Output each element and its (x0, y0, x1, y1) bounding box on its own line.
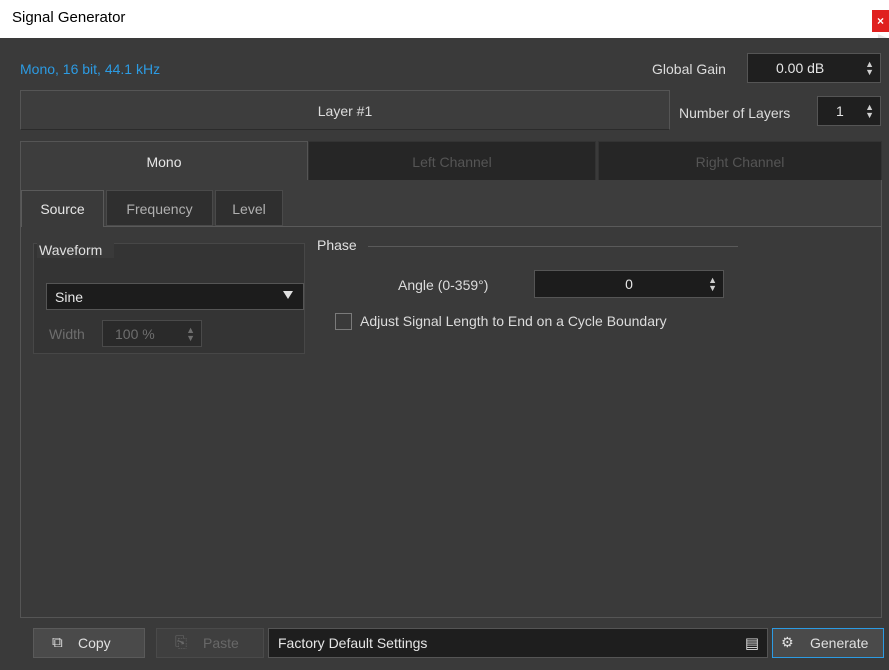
paste-icon: ⎘ (175, 634, 188, 651)
preset-field[interactable]: Factory Default Settings ▤ (268, 628, 768, 658)
tab-mono[interactable]: Mono (20, 141, 308, 181)
number-of-layers-value: 1 (836, 103, 844, 119)
waveform-group: Waveform Sine Width 100 % ▲ ▼ (33, 242, 305, 354)
channel-panel: Source Frequency Level Waveform Sine Wid… (20, 180, 882, 618)
waveform-title: Waveform (37, 242, 115, 258)
preset-name: Factory Default Settings (278, 635, 428, 651)
layer-tab-label: Layer #1 (317, 103, 373, 119)
angle-spinbox[interactable]: 0 ▲ ▼ (534, 270, 724, 298)
footer-bar: ⧉ Copy ⎘ Paste Factory Default Settings … (0, 618, 889, 670)
tab-left-channel[interactable]: Left Channel (308, 141, 596, 181)
close-button[interactable]: × (872, 10, 889, 32)
copy-icon: ⧉ (52, 634, 63, 651)
waveform-value: Sine (55, 289, 84, 305)
spin-arrows-icon[interactable]: ▲ ▼ (865, 103, 874, 120)
preset-menu-icon[interactable]: ▤ (745, 634, 759, 652)
paste-label: Paste (203, 635, 239, 651)
spin-arrows-icon[interactable]: ▲ ▼ (708, 276, 717, 293)
chevron-down-icon (283, 291, 293, 299)
number-of-layers-label: Number of Layers (679, 105, 791, 121)
tab-source[interactable]: Source (21, 190, 104, 227)
window-title: Signal Generator (12, 9, 126, 26)
angle-label: Angle (0-359°) (398, 277, 489, 293)
title-bar: Signal Generator × (0, 0, 889, 48)
number-of-layers-spinbox[interactable]: 1 ▲ ▼ (817, 96, 881, 126)
adjust-signal-length-label[interactable]: Adjust Signal Length to End on a Cycle B… (360, 313, 667, 329)
paste-button[interactable]: ⎘ Paste (156, 628, 264, 658)
adjust-signal-length-checkbox[interactable] (335, 313, 352, 330)
tab-level[interactable]: Level (215, 190, 283, 226)
generate-button[interactable]: ⚙ Generate (772, 628, 884, 658)
global-gain-spinbox[interactable]: 0.00 dB ▲ ▼ (747, 53, 881, 83)
generate-label: Generate (810, 635, 869, 651)
tab-layer-1[interactable]: Layer #1 (20, 90, 670, 130)
spin-arrows-icon[interactable]: ▲ ▼ (186, 325, 195, 342)
width-label: Width (49, 326, 85, 342)
waveform-dropdown[interactable]: Sine (46, 283, 304, 310)
phase-title: Phase (317, 237, 357, 253)
angle-value: 0 (625, 276, 633, 292)
signal-generator-dialog: Mono, 16 bit, 44.1 kHz Global Gain 0.00 … (0, 38, 889, 670)
format-info: Mono, 16 bit, 44.1 kHz (20, 61, 161, 77)
tab-right-channel[interactable]: Right Channel (598, 141, 882, 181)
channel-tabs: Mono Left Channel Right Channel (20, 141, 882, 181)
global-gain-label: Global Gain (652, 61, 726, 77)
copy-button[interactable]: ⧉ Copy (33, 628, 145, 658)
copy-label: Copy (78, 635, 111, 651)
global-gain-value: 0.00 dB (776, 60, 825, 76)
width-value: 100 % (115, 325, 155, 342)
gears-icon: ⚙ (781, 634, 794, 650)
spin-arrows-icon[interactable]: ▲ ▼ (865, 60, 874, 77)
source-panel: Waveform Sine Width 100 % ▲ ▼ Phase Angle… (21, 226, 881, 617)
width-spinbox[interactable]: 100 % ▲ ▼ (102, 320, 202, 347)
tab-frequency[interactable]: Frequency (106, 190, 213, 226)
phase-divider (368, 246, 738, 247)
